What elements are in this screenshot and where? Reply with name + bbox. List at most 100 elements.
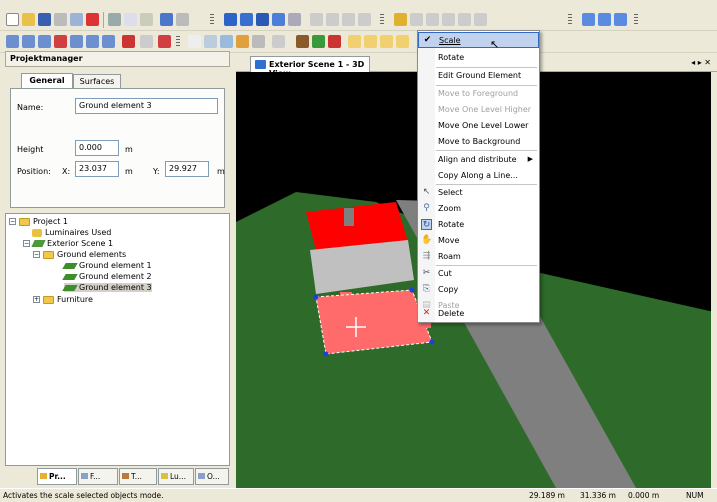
cut-icon[interactable] (108, 13, 121, 26)
tool-icon[interactable] (326, 13, 339, 26)
tab-textures[interactable]: T... (119, 468, 157, 485)
light-icon[interactable] (394, 13, 407, 26)
tab-surfaces[interactable]: Surfaces (73, 74, 121, 89)
tree-node-ground-element-1[interactable]: Ground element 1 (62, 261, 152, 270)
tool-icon[interactable] (474, 13, 487, 26)
tool-icon[interactable] (364, 35, 377, 48)
view-scrollbar[interactable] (711, 72, 717, 488)
calc-icon[interactable] (288, 13, 301, 26)
tab-luminaires[interactable]: Lu... (158, 468, 194, 485)
pdf-icon[interactable] (86, 13, 99, 26)
tool-icon[interactable] (342, 13, 355, 26)
tool-icon[interactable] (38, 35, 51, 48)
new-icon[interactable] (6, 13, 19, 26)
tool-icon[interactable] (102, 35, 115, 48)
move-icon[interactable] (236, 35, 249, 48)
rotate-icon[interactable] (220, 35, 233, 48)
redo-icon[interactable] (176, 13, 189, 26)
handle[interactable] (409, 287, 415, 293)
tool-icon[interactable] (272, 35, 285, 48)
paste-icon[interactable] (140, 13, 153, 26)
toolbar-grip[interactable] (634, 14, 638, 26)
tab-luminaire-files[interactable]: F... (78, 468, 118, 485)
menu-item-cut[interactable]: ✂ Cut (418, 266, 539, 282)
menu-item-copy-along-line[interactable]: Copy Along a Line... (418, 168, 539, 184)
menu-item-copy[interactable]: ⎘ Copy (418, 282, 539, 298)
tool-icon[interactable] (6, 35, 19, 48)
select-icon[interactable] (188, 35, 201, 48)
open-icon[interactable] (22, 13, 35, 26)
tool-icon[interactable] (70, 35, 83, 48)
menu-item-zoom[interactable]: ⚲ Zoom (418, 201, 539, 217)
street-icon[interactable] (272, 13, 285, 26)
menu-item-edit-ground[interactable]: Edit Ground Element (418, 68, 539, 84)
name-field[interactable]: Ground element 3 (75, 98, 218, 114)
print-icon[interactable] (54, 13, 67, 26)
tree-node-ground-element-3[interactable]: Ground element 3 (62, 283, 152, 292)
tool-icon[interactable] (296, 35, 309, 48)
table-icon[interactable] (598, 13, 611, 26)
collapse-icon[interactable]: − (23, 240, 30, 247)
collapse-icon[interactable]: − (33, 251, 40, 258)
tool-icon[interactable] (328, 35, 341, 48)
tool-icon[interactable] (410, 13, 423, 26)
tool-icon[interactable] (158, 35, 171, 48)
tool-icon[interactable] (396, 35, 409, 48)
tool-icon[interactable] (458, 13, 471, 26)
scene-icon[interactable] (240, 13, 253, 26)
tool-icon[interactable] (22, 35, 35, 48)
tab-general[interactable]: General (21, 73, 73, 88)
tool-icon[interactable] (54, 35, 67, 48)
height-field[interactable]: 0.000 (75, 140, 119, 156)
tool-icon[interactable] (140, 35, 153, 48)
zoom-icon[interactable] (204, 35, 217, 48)
tab-3d-view[interactable]: Exterior Scene 1 - 3D View (250, 56, 370, 78)
tree-node-project[interactable]: − Project 1 (9, 217, 68, 226)
menu-item-roam[interactable]: ⇶ Roam (418, 249, 539, 265)
roam-icon[interactable] (252, 35, 265, 48)
save-icon[interactable] (38, 13, 51, 26)
chart-icon[interactable] (582, 13, 595, 26)
menu-item-rotate[interactable]: Rotate (418, 50, 539, 66)
room-icon[interactable] (256, 13, 269, 26)
collapse-icon[interactable]: − (9, 218, 16, 225)
tool-icon[interactable] (312, 35, 325, 48)
handle[interactable] (313, 294, 319, 300)
menu-item-move[interactable]: ✋ Move (418, 233, 539, 249)
columns-icon[interactable] (614, 13, 627, 26)
tree-node-scene[interactable]: − Exterior Scene 1 (23, 239, 113, 248)
x-field[interactable]: 23.037 (75, 161, 119, 177)
luminaire-icon[interactable] (224, 13, 237, 26)
tool-icon[interactable] (310, 13, 323, 26)
expand-icon[interactable]: + (33, 296, 40, 303)
magnet-icon[interactable] (122, 35, 135, 48)
menu-item-select[interactable]: ↖ Select (418, 185, 539, 201)
tool-icon[interactable] (380, 35, 393, 48)
menu-item-move-background[interactable]: Move to Background (418, 134, 539, 150)
preview-icon[interactable] (70, 13, 83, 26)
handle[interactable] (323, 351, 329, 357)
menu-item-rotate-view[interactable]: ↻ Rotate (418, 217, 539, 233)
tab-project[interactable]: Pr... (37, 468, 77, 485)
handle[interactable] (429, 339, 435, 345)
tree-node-luminaires[interactable]: Luminaires Used (32, 228, 111, 237)
tree-node-furniture[interactable]: + Furniture (33, 295, 93, 304)
y-field[interactable]: 29.927 (165, 161, 209, 177)
tool-icon[interactable] (86, 35, 99, 48)
copy-icon[interactable] (124, 13, 137, 26)
menu-item-move-lower[interactable]: Move One Level Lower (418, 118, 539, 134)
toolbar-grip[interactable] (176, 36, 180, 48)
tab-navigation[interactable]: ◂ ▸ ✕ (691, 58, 711, 67)
tree-node-ground-elements[interactable]: − Ground elements (33, 250, 126, 259)
tool-icon[interactable] (442, 13, 455, 26)
tool-icon[interactable] (358, 13, 371, 26)
tree-node-ground-element-2[interactable]: Ground element 2 (62, 272, 152, 281)
toolbar-grip[interactable] (380, 14, 384, 26)
menu-item-scale[interactable]: ✔ Scale (418, 32, 539, 48)
toolbar-grip[interactable] (210, 14, 214, 26)
tab-objects[interactable]: O... (195, 468, 229, 485)
tool-icon[interactable] (426, 13, 439, 26)
menu-item-delete[interactable]: ✕ Delete (418, 306, 539, 322)
menu-item-align[interactable]: Align and distribute ▶ (418, 152, 539, 168)
undo-icon[interactable] (160, 13, 173, 26)
